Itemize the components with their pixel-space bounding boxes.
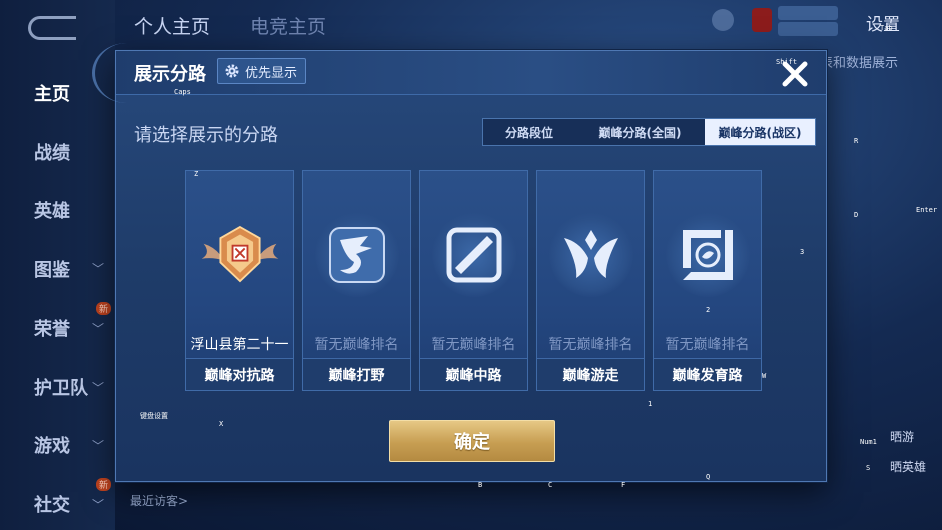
lane-card-top[interactable]: 浮山县第二十一 巅峰对抗路 (185, 170, 294, 391)
recent-visitors-link[interactable]: 最近访客> (130, 492, 188, 509)
lane-label: 巅峰打野 (303, 358, 410, 390)
segment-peak-national[interactable]: 巅峰分路(全国) (575, 119, 705, 145)
key-hint: Enter (916, 206, 938, 214)
key-hint: X (219, 420, 224, 428)
lane-label: 巅峰游走 (537, 358, 644, 390)
lane-card-list: 浮山县第二十一 巅峰对抗路 暂无巅峰排名 巅峰打野 暂无巅峰排名 巅峰中路 暂无… (185, 170, 762, 391)
rank-text: 暂无巅峰排名 (431, 337, 516, 353)
info-pill (778, 6, 838, 20)
priority-display-button[interactable]: 优先显示 (217, 58, 307, 84)
confirm-button[interactable]: 确定 (389, 420, 555, 462)
nav-item-hero[interactable]: 英雄 (34, 197, 70, 223)
lane-card-roam[interactable]: 暂无巅峰排名 巅峰游走 (536, 170, 645, 391)
key-hint: Q (706, 473, 711, 481)
new-badge: 新 (96, 302, 112, 315)
key-hint: 3 (800, 248, 805, 256)
dialog-subtitle: 请选择展示的分路 (134, 125, 278, 146)
gear-icon (225, 64, 239, 78)
key-hint: Tab (880, 24, 893, 32)
dialog-title: 展示分路 (134, 64, 206, 85)
key-hint: Caps (174, 88, 191, 96)
lane-display-dialog: 展示分路 优先显示 请选择展示的分路 分路段位 巅峰分路(全国) 巅峰分路(战区… (92, 43, 827, 482)
lane-card-farm[interactable]: 暂无巅峰排名 巅峰发育路 (653, 170, 762, 391)
tab-personal-home[interactable]: 个人主页 (134, 12, 210, 39)
rank-text: 暂无巅峰排名 (665, 337, 750, 353)
chevron-down-icon: ﹀ (92, 262, 105, 276)
roam-wings-icon (549, 213, 633, 297)
farm-lane-icon (666, 213, 750, 297)
lane-label: 巅峰对抗路 (186, 358, 293, 390)
back-button[interactable] (28, 16, 76, 40)
mid-lane-icon (432, 213, 516, 297)
nav-item-honor[interactable]: 荣誉 (34, 315, 70, 341)
chevron-down-icon: ﹀ (92, 322, 105, 336)
lane-card-jungle[interactable]: 暂无巅峰排名 巅峰打野 (302, 170, 411, 391)
vip-icon[interactable] (752, 8, 772, 32)
key-hint: S (866, 464, 871, 472)
lane-label: 巅峰发育路 (654, 358, 761, 390)
key-hint: C (548, 481, 553, 489)
gold-crest-icon (198, 213, 282, 297)
segment-lane-rank[interactable]: 分路段位 (483, 119, 575, 145)
tab-esports-home[interactable]: 电竞主页 (250, 12, 326, 39)
nav-item-record[interactable]: 战绩 (34, 139, 70, 165)
rank-text: 浮山县第二十一 (190, 337, 289, 353)
key-hint: 键盘设置 (140, 412, 168, 420)
chevron-down-icon: ﹀ (92, 439, 105, 453)
key-hint: Num1 (860, 438, 877, 446)
chevron-down-icon: ﹀ (92, 381, 105, 395)
lane-card-mid[interactable]: 暂无巅峰排名 巅峰中路 (419, 170, 528, 391)
key-hint: R (854, 137, 859, 145)
key-hint: 2 (706, 306, 711, 314)
nav-item-social[interactable]: 社交 (34, 491, 70, 517)
key-hint: F (621, 481, 626, 489)
nav-item-codex[interactable]: 图鉴 (34, 256, 70, 282)
key-hint: B (478, 481, 483, 489)
lane-source-segmented-control: 分路段位 巅峰分路(全国) 巅峰分路(战区) (482, 118, 816, 146)
priority-display-label: 优先显示 (245, 65, 298, 81)
key-hint: Z (194, 170, 199, 178)
nav-item-home[interactable]: 主页 (34, 80, 70, 106)
info-pill (778, 22, 838, 36)
key-hint: Shift (776, 58, 798, 66)
nav-item-guard[interactable]: 护卫队 (34, 374, 88, 400)
rank-button[interactable]: 晒游 (890, 428, 914, 445)
rank-text: 暂无巅峰排名 (314, 337, 399, 353)
key-hint: D (854, 211, 859, 219)
segment-peak-region[interactable]: 巅峰分路(战区) (705, 119, 815, 145)
key-hint: W (762, 372, 767, 380)
data-show-label: 表和数据展示 (820, 56, 899, 71)
nav-item-game[interactable]: 游戏 (34, 432, 70, 458)
new-badge: 新 (96, 478, 112, 491)
team-button[interactable]: 晒英雄 (890, 458, 926, 475)
avatar[interactable] (712, 9, 734, 31)
lane-label: 巅峰中路 (420, 358, 527, 390)
jungle-dragon-icon (315, 213, 399, 297)
key-hint: 1 (648, 400, 653, 408)
chevron-down-icon: ﹀ (92, 498, 105, 512)
rank-text: 暂无巅峰排名 (548, 337, 633, 353)
dialog-header: 展示分路 优先显示 (92, 43, 826, 103)
